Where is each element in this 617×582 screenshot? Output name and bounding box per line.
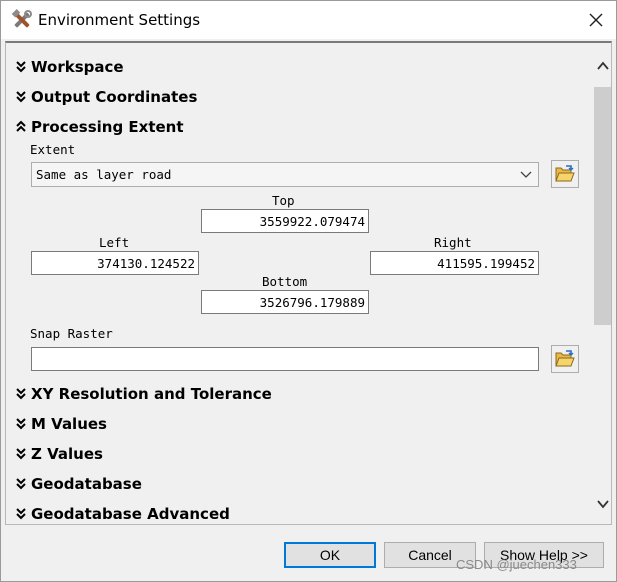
section-workspace[interactable]: Workspace bbox=[14, 56, 124, 78]
bottom-input[interactable]: 3526796.179889 bbox=[201, 290, 369, 314]
watermark: CSDN @juechen333 bbox=[456, 557, 577, 572]
chevron-down-icon bbox=[520, 171, 532, 178]
window-title: Environment Settings bbox=[38, 11, 201, 29]
settings-panel: Workspace Output Coordinates Processing … bbox=[5, 41, 612, 525]
snap-raster-input[interactable] bbox=[31, 347, 539, 371]
extent-selected-value: Same as layer road bbox=[36, 167, 172, 182]
double-chevron-down-icon bbox=[16, 508, 26, 520]
chevron-up-icon[interactable] bbox=[596, 59, 610, 73]
snap-raster-label: Snap Raster bbox=[30, 326, 113, 341]
open-folder-icon bbox=[555, 350, 575, 367]
left-label: Left bbox=[99, 235, 130, 250]
section-label: XY Resolution and Tolerance bbox=[31, 385, 272, 403]
section-label: Z Values bbox=[31, 445, 103, 463]
extent-dropdown[interactable]: Same as layer road bbox=[31, 162, 539, 187]
left-input[interactable]: 374130.124522 bbox=[31, 251, 199, 275]
tools-icon bbox=[11, 9, 32, 28]
section-geodatabase[interactable]: Geodatabase bbox=[14, 473, 142, 495]
double-chevron-down-icon bbox=[16, 388, 26, 400]
scrollbar-thumb[interactable] bbox=[594, 87, 611, 325]
section-geodatabase-advanced[interactable]: Geodatabase Advanced bbox=[14, 503, 230, 524]
double-chevron-down-icon bbox=[16, 418, 26, 430]
double-chevron-down-icon bbox=[16, 61, 26, 73]
title-bar: Environment Settings bbox=[1, 1, 616, 39]
extent-label: Extent bbox=[30, 142, 76, 157]
right-input[interactable]: 411595.199452 bbox=[370, 251, 539, 275]
open-folder-icon bbox=[555, 165, 575, 182]
top-input[interactable]: 3559922.079474 bbox=[201, 209, 369, 233]
vertical-scrollbar[interactable] bbox=[593, 57, 611, 524]
chevron-down-icon[interactable] bbox=[596, 497, 610, 511]
double-chevron-down-icon bbox=[16, 478, 26, 490]
right-label: Right bbox=[434, 235, 472, 250]
double-chevron-down-icon bbox=[16, 91, 26, 103]
top-label: Top bbox=[272, 193, 295, 208]
section-label: Workspace bbox=[31, 58, 124, 76]
section-label: M Values bbox=[31, 415, 107, 433]
section-label: Geodatabase bbox=[31, 475, 142, 493]
double-chevron-up-icon bbox=[16, 120, 26, 132]
section-output-coordinates[interactable]: Output Coordinates bbox=[14, 86, 197, 108]
browse-extent-button[interactable] bbox=[551, 160, 579, 188]
section-xy-resolution[interactable]: XY Resolution and Tolerance bbox=[14, 383, 272, 405]
environment-settings-window: Environment Settings Workspace Output Co… bbox=[0, 0, 617, 582]
browse-snap-raster-button[interactable] bbox=[551, 345, 579, 373]
section-z-values[interactable]: Z Values bbox=[14, 443, 103, 465]
bottom-label: Bottom bbox=[262, 274, 308, 289]
section-processing-extent[interactable]: Processing Extent bbox=[14, 116, 184, 138]
ok-button[interactable]: OK bbox=[284, 542, 376, 568]
section-m-values[interactable]: M Values bbox=[14, 413, 107, 435]
double-chevron-down-icon bbox=[16, 448, 26, 460]
section-label: Processing Extent bbox=[31, 118, 184, 136]
section-label: Output Coordinates bbox=[31, 88, 198, 106]
section-label: Geodatabase Advanced bbox=[31, 505, 230, 523]
close-icon[interactable] bbox=[583, 7, 609, 33]
